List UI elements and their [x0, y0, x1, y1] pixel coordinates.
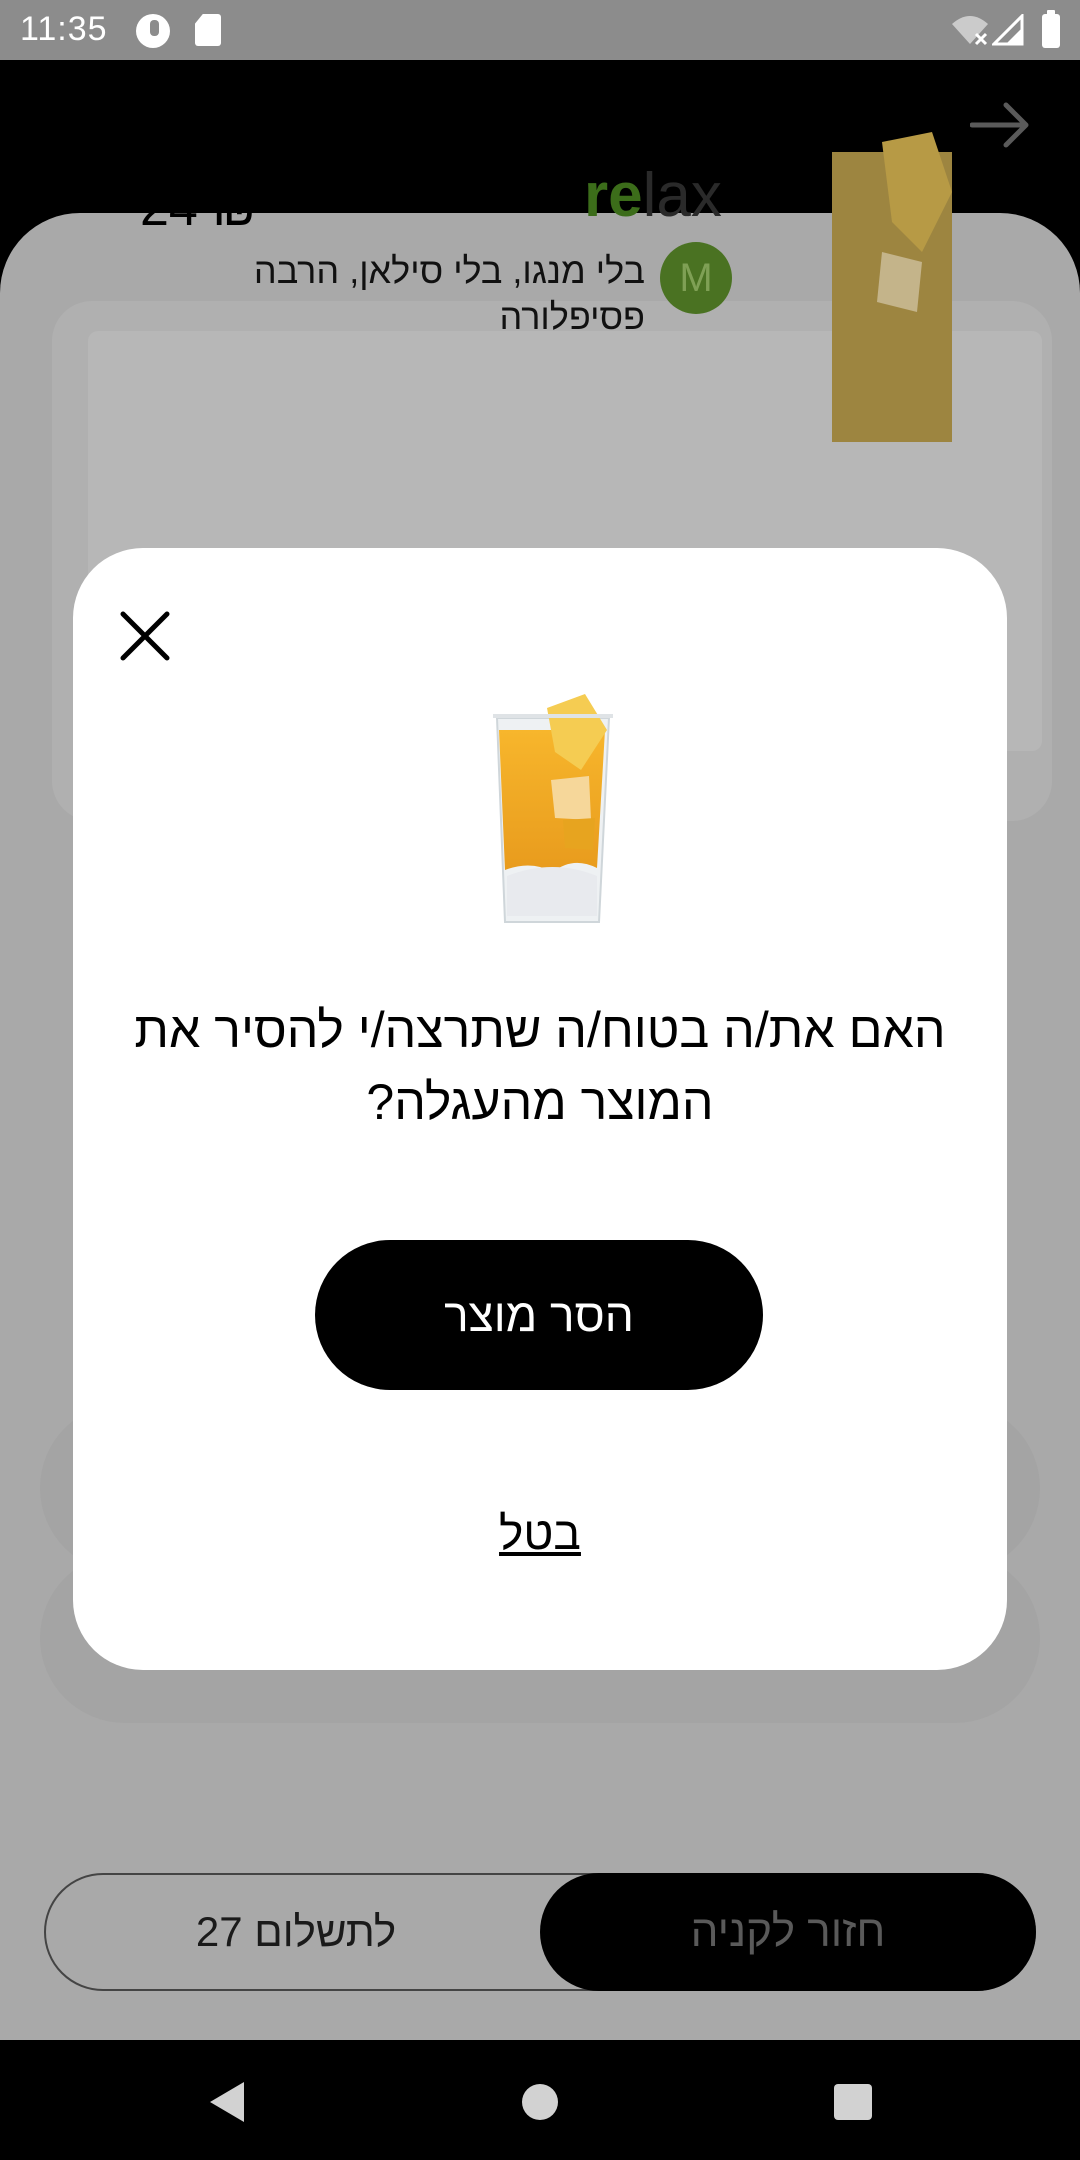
back-to-shop-button[interactable]: חזור לקניה [540, 1873, 1036, 1991]
item-description: בלי מנגו, בלי סילאן, הרבה פסיפלורה [253, 250, 645, 337]
remove-item-dialog: האם את/ה בטוח/ה שתרצה/י להסיר את המוצר מ… [73, 548, 1007, 1670]
remove-product-button[interactable]: הסר מוצר [315, 1240, 763, 1390]
status-bar: 11:35 [0, 0, 1080, 60]
status-time: 11:35 [20, 10, 108, 48]
pay-button[interactable]: לתשלום 27 [46, 1875, 546, 1989]
brand-logo: relax [584, 161, 722, 230]
system-nav-bar [0, 2040, 1080, 2160]
nav-back-icon[interactable] [206, 2080, 246, 2124]
wifi-off-icon [952, 16, 988, 46]
battery-icon [1042, 10, 1060, 48]
cart-bottom-bar: לתשלום 27 חזור לקניה [44, 1873, 1036, 1991]
smoothie-image [493, 694, 613, 923]
cancel-button[interactable]: בטל [423, 1506, 657, 1560]
smoothie-image [832, 132, 952, 442]
signal-icon [992, 14, 1024, 46]
screen: 11:35 24 ₪ relax בלי מנגו, בלי סילאן, הר… [0, 0, 1080, 2160]
nav-home-icon[interactable] [522, 2084, 558, 2120]
arrow-right-icon[interactable] [970, 100, 1030, 150]
size-avatar: M [660, 242, 732, 314]
nav-recent-icon[interactable] [834, 2084, 872, 2120]
item-price: 24 ₪ [140, 179, 257, 237]
close-icon[interactable] [117, 608, 173, 664]
sd-card-icon [195, 14, 221, 46]
dialog-question: האם את/ה בטוח/ה שתרצה/י להסיר את המוצר מ… [134, 1002, 946, 1130]
data-saver-icon [136, 14, 170, 48]
